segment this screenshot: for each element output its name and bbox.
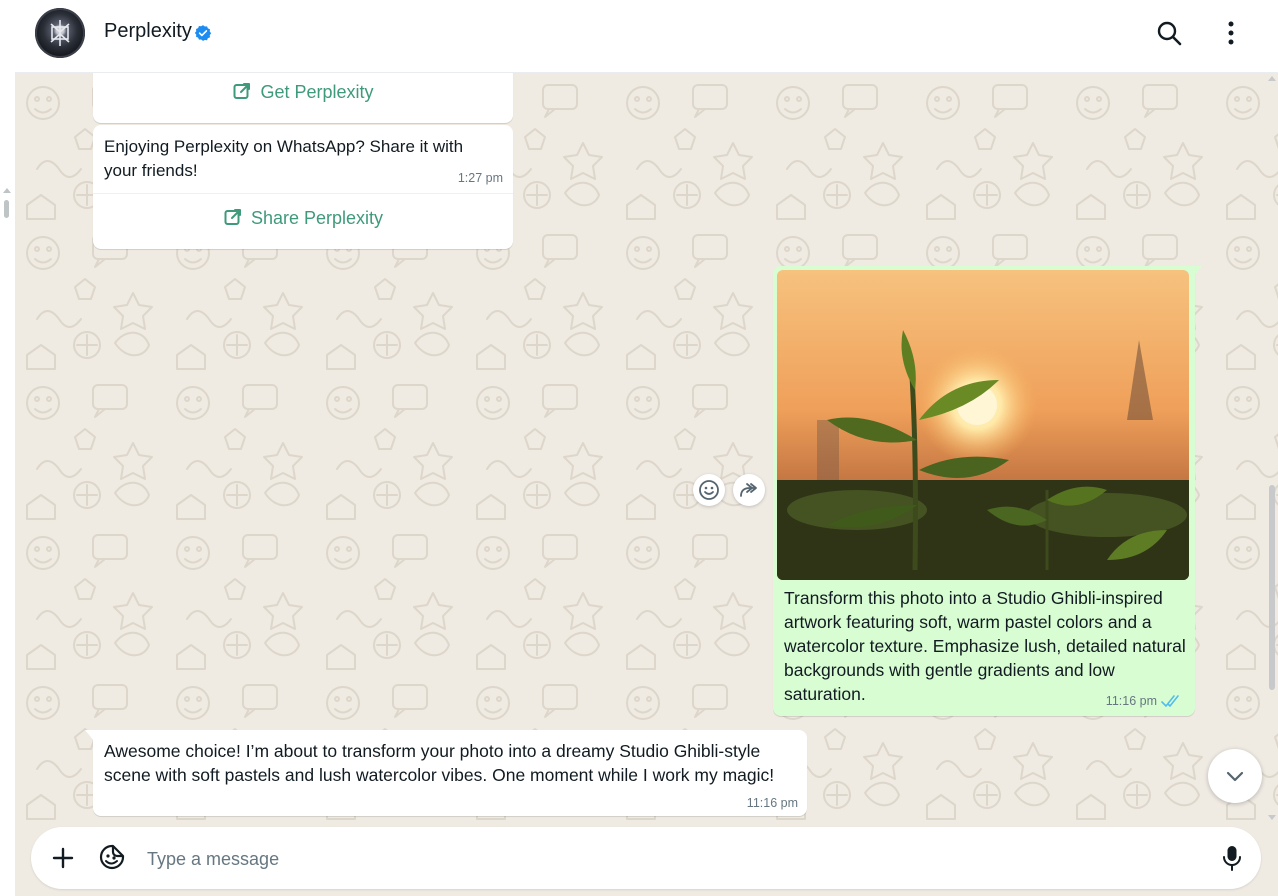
composer-footer bbox=[15, 825, 1278, 896]
get-perplexity-label: Get Perplexity bbox=[260, 82, 374, 102]
external-link-icon bbox=[224, 209, 241, 225]
menu-icon[interactable] bbox=[1219, 19, 1243, 47]
scroll-down-arrow[interactable] bbox=[1268, 815, 1276, 820]
external-link-icon bbox=[233, 83, 251, 99]
chat-window: Perplexity Get Perplexity Enjoying Perpl… bbox=[15, 0, 1278, 896]
share-message-text: Enjoying Perplexity on WhatsApp? Share i… bbox=[104, 137, 464, 180]
microphone-icon[interactable] bbox=[1221, 844, 1243, 872]
outgoing-message-meta: 11:16 pm bbox=[1106, 694, 1181, 708]
share-perplexity-link[interactable]: Share Perplexity bbox=[93, 207, 513, 229]
scroll-up-arrow[interactable] bbox=[1268, 76, 1276, 81]
search-icon[interactable] bbox=[1155, 19, 1183, 47]
contact-name[interactable]: Perplexity bbox=[104, 20, 192, 43]
outgoing-image-message: Transform this photo into a Studio Ghibl… bbox=[773, 266, 1195, 716]
share-message-time: 1:27 pm bbox=[457, 171, 503, 185]
outgoing-message-time: 11:16 pm bbox=[1105, 694, 1157, 708]
left-scroll-thumb[interactable] bbox=[4, 200, 9, 218]
emoji-react-button[interactable] bbox=[693, 474, 725, 506]
get-perplexity-card: Get Perplexity bbox=[93, 73, 513, 123]
double-tick-read-icon bbox=[1161, 695, 1179, 707]
chat-scrollbar[interactable] bbox=[1265, 73, 1278, 825]
share-perplexity-label: Share Perplexity bbox=[250, 208, 384, 228]
reply-message-time: 11:16 pm bbox=[746, 796, 798, 810]
plus-icon[interactable] bbox=[51, 846, 75, 870]
sunset-tea-plant-photo[interactable] bbox=[777, 270, 1189, 580]
message-composer bbox=[31, 827, 1261, 889]
share-card-divider bbox=[93, 193, 513, 194]
get-perplexity-link[interactable]: Get Perplexity bbox=[93, 81, 513, 103]
incoming-reply-message: Awesome choice! I’m about to transform y… bbox=[93, 730, 807, 816]
chat-area[interactable]: Get Perplexity Enjoying Perplexity on Wh… bbox=[15, 73, 1278, 825]
share-perplexity-card: Enjoying Perplexity on WhatsApp? Share i… bbox=[93, 125, 513, 249]
sticker-icon[interactable] bbox=[98, 843, 126, 871]
forward-icon bbox=[740, 483, 757, 497]
contact-avatar[interactable] bbox=[35, 8, 85, 58]
reply-message-text: Awesome choice! I’m about to transform y… bbox=[104, 741, 775, 785]
verified-badge-icon bbox=[194, 25, 212, 41]
avatar-logo-icon bbox=[50, 20, 70, 46]
left-panel-edge bbox=[0, 0, 16, 896]
chevron-down-icon bbox=[1226, 771, 1244, 782]
scroll-to-bottom-button[interactable] bbox=[1208, 749, 1262, 803]
image-caption: Transform this photo into a Studio Ghibl… bbox=[784, 588, 1186, 704]
smiley-icon bbox=[699, 480, 719, 500]
chat-header: Perplexity bbox=[15, 0, 1278, 73]
forward-button[interactable] bbox=[733, 474, 765, 506]
message-input[interactable] bbox=[145, 841, 1189, 877]
chat-scroll-thumb[interactable] bbox=[1269, 485, 1275, 690]
left-scroll-arrow[interactable] bbox=[3, 188, 11, 193]
